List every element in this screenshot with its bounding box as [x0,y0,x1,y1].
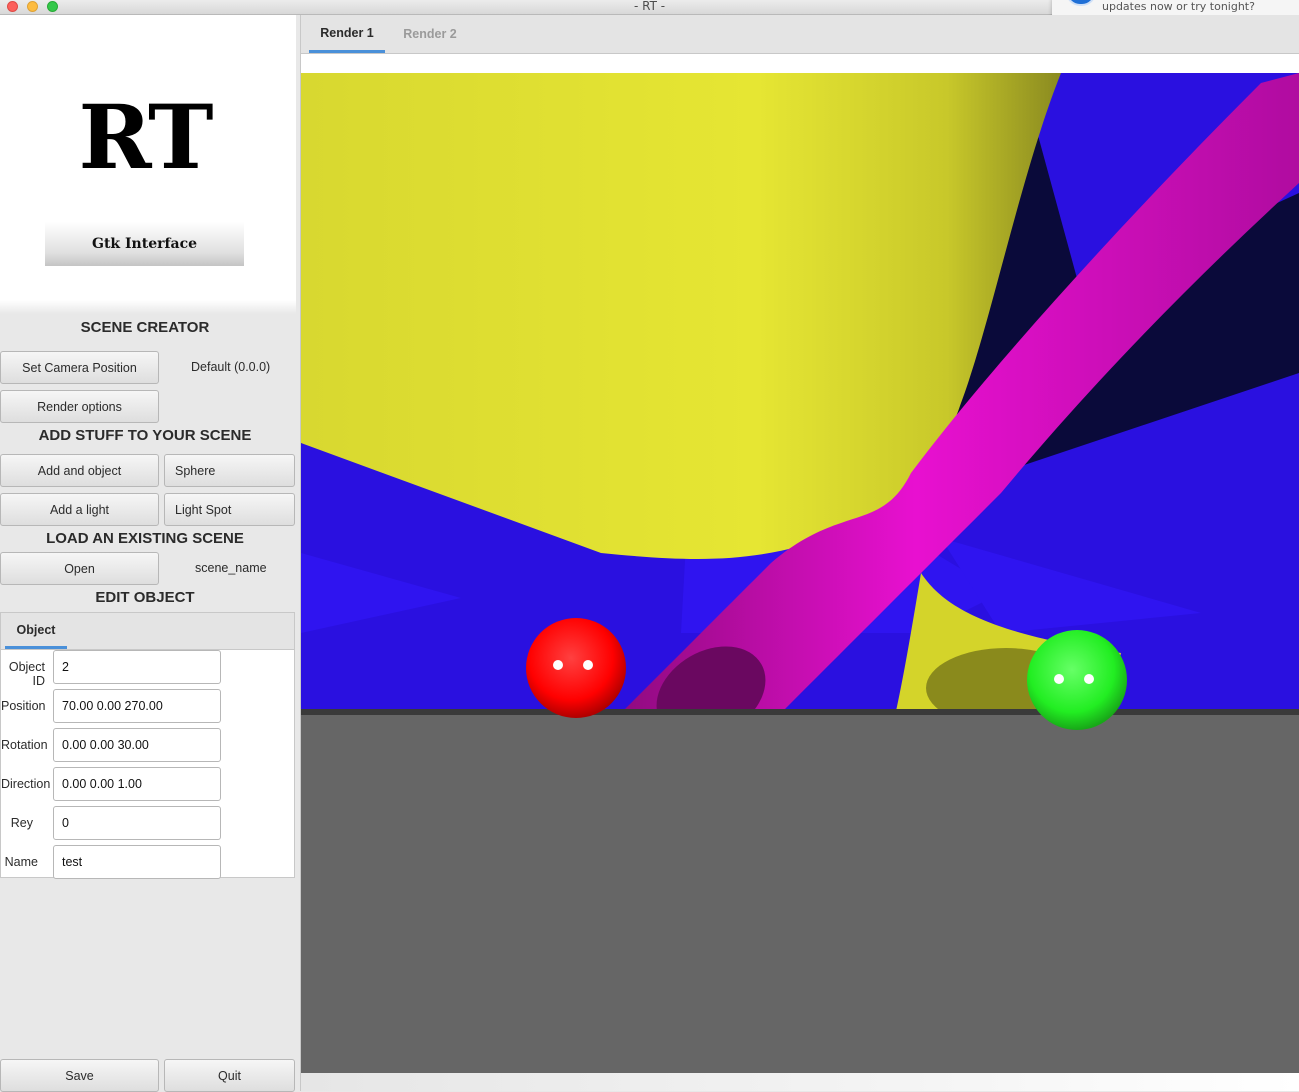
rey-field[interactable] [53,806,221,840]
render-scrollbar-track[interactable] [301,1073,1299,1091]
red-sphere-highlight-right [583,660,593,670]
position-label: Position [1,699,46,713]
render-view [301,73,1299,1073]
save-button[interactable]: Save [0,1059,159,1092]
green-sphere-highlight-right [1084,674,1094,684]
tab-render-2[interactable]: Render 2 [397,15,463,53]
render-tabbar: Render 1 Render 2 [301,15,1299,54]
tab-object[interactable]: Object [5,613,67,649]
add-light-button[interactable]: Add a light [0,493,159,526]
load-scene-heading: LOAD AN EXISTING SCENE [46,530,244,547]
edit-object-panel: Object Object ID Position Rotation Direc… [0,612,295,879]
camera-position-value: Default (0.0.0) [191,360,271,374]
sidebar: RT Gtk Interface SCENE CREATOR Set Camer… [0,15,301,1092]
floor-plane [301,713,1299,1073]
open-scene-button[interactable]: Open [0,552,159,585]
name-label: Name [4,855,38,869]
edit-object-heading: EDIT OBJECT [95,589,195,606]
green-sphere-highlight-left [1054,674,1064,684]
scene-name-label: scene_name [195,561,267,575]
render-area: Render 1 Render 2 [301,15,1299,1091]
green-sphere [1027,630,1127,730]
position-field[interactable] [53,689,221,723]
tab-render-1[interactable]: Render 1 [309,15,385,53]
notification-text: updates now or try tonight? [1102,0,1255,13]
rey-label: Rey [10,816,33,830]
name-field[interactable] [53,845,221,879]
rotation-label: Rotation [1,738,48,752]
direction-label: Direction [1,777,51,791]
add-stuff-heading: ADD STUFF TO YOUR SCENE [38,427,252,444]
app-logo: RT [78,85,213,189]
logo-area: RT Gtk Interface [0,15,296,314]
object-id-field[interactable] [53,650,221,684]
set-camera-position-button[interactable]: Set Camera Position [0,351,159,384]
scene-creator-heading: SCENE CREATOR [80,319,210,336]
light-type-select[interactable]: Light Spot [164,493,295,526]
floor-horizon [301,709,1299,715]
edit-object-tabbar: Object [1,613,294,650]
red-sphere [526,618,626,718]
object-id-label: Object ID [8,660,45,688]
gtk-interface-banner[interactable]: Gtk Interface [45,222,244,266]
render-options-button[interactable]: Render options [0,390,159,423]
update-icon [1066,0,1096,6]
object-type-select[interactable]: Sphere [164,454,295,487]
add-object-button[interactable]: Add and object [0,454,159,487]
rotation-field[interactable] [53,728,221,762]
quit-button[interactable]: Quit [164,1059,295,1092]
direction-field[interactable] [53,767,221,801]
red-sphere-highlight-left [553,660,563,670]
